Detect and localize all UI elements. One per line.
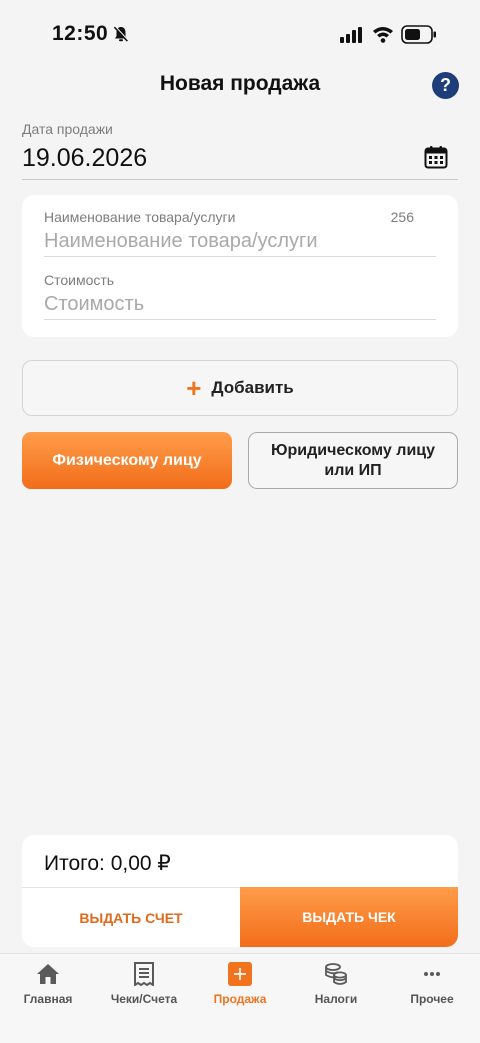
page-title: Новая продажа <box>159 72 321 95</box>
bell-muted-icon <box>113 25 129 42</box>
sale-date-label: Дата продажи <box>22 121 113 137</box>
plus-icon: + <box>186 373 202 403</box>
total-amount: Итого: 0,00 ₽ <box>44 852 171 875</box>
home-icon <box>37 964 59 984</box>
tab-receipts-label: Чеки/Счета <box>110 992 178 1006</box>
tab-bar: Главная Чеки/Счета Продажа Налоги Прочее <box>0 953 480 1043</box>
total-panel: Итого: 0,00 ₽ ВЫДАТЬ СЧЕТ ВЫДАТЬ ЧЕК <box>22 835 458 947</box>
signal-icon <box>340 27 362 43</box>
sale-date-field[interactable]: Дата продажи 19.06.2026 <box>22 118 458 180</box>
item-card: Наименование товара/услуги 256 Стоимость <box>22 195 458 337</box>
status-time: 12:50 <box>52 22 109 45</box>
item-price-input[interactable] <box>44 290 436 320</box>
issue-invoice-button[interactable]: ВЫДАТЬ СЧЕТ <box>22 887 240 947</box>
item-price-label: Стоимость <box>44 272 115 288</box>
tab-home-label: Главная <box>23 992 73 1006</box>
sale-date-value[interactable]: 19.06.2026 <box>22 144 147 173</box>
status-bar: 12:50 <box>0 0 480 70</box>
battery-icon <box>401 25 436 44</box>
more-dots-icon <box>424 972 440 976</box>
tab-taxes[interactable]: Налоги <box>288 954 384 1014</box>
plus-square-icon <box>228 962 252 986</box>
tab-receipts[interactable]: Чеки/Счета <box>96 954 192 1014</box>
add-item-button[interactable]: + Добавить <box>22 360 458 416</box>
legal-entity-buyer-button[interactable]: Юридическому лицу или ИП <box>248 432 458 489</box>
tab-more[interactable]: Прочее <box>384 954 480 1014</box>
tab-sale-label: Продажа <box>213 992 267 1006</box>
tab-taxes-label: Налоги <box>314 992 358 1006</box>
receipt-list-icon <box>134 962 154 986</box>
tab-sale[interactable]: Продажа <box>192 954 288 1014</box>
individual-buyer-button[interactable]: Физическому лицу <box>22 432 232 489</box>
coins-icon <box>325 963 347 985</box>
item-name-input[interactable] <box>44 227 436 257</box>
tab-home[interactable]: Главная <box>0 954 96 1014</box>
help-button[interactable]: ? <box>432 72 459 99</box>
calendar-icon[interactable] <box>424 145 448 169</box>
issue-receipt-button[interactable]: ВЫДАТЬ ЧЕК <box>240 887 458 947</box>
tab-more-label: Прочее <box>410 992 454 1006</box>
wifi-icon <box>373 27 393 43</box>
add-item-label: Добавить <box>211 378 294 397</box>
item-name-label: Наименование товара/услуги <box>44 209 236 225</box>
item-name-char-counter: 256 <box>390 209 414 225</box>
